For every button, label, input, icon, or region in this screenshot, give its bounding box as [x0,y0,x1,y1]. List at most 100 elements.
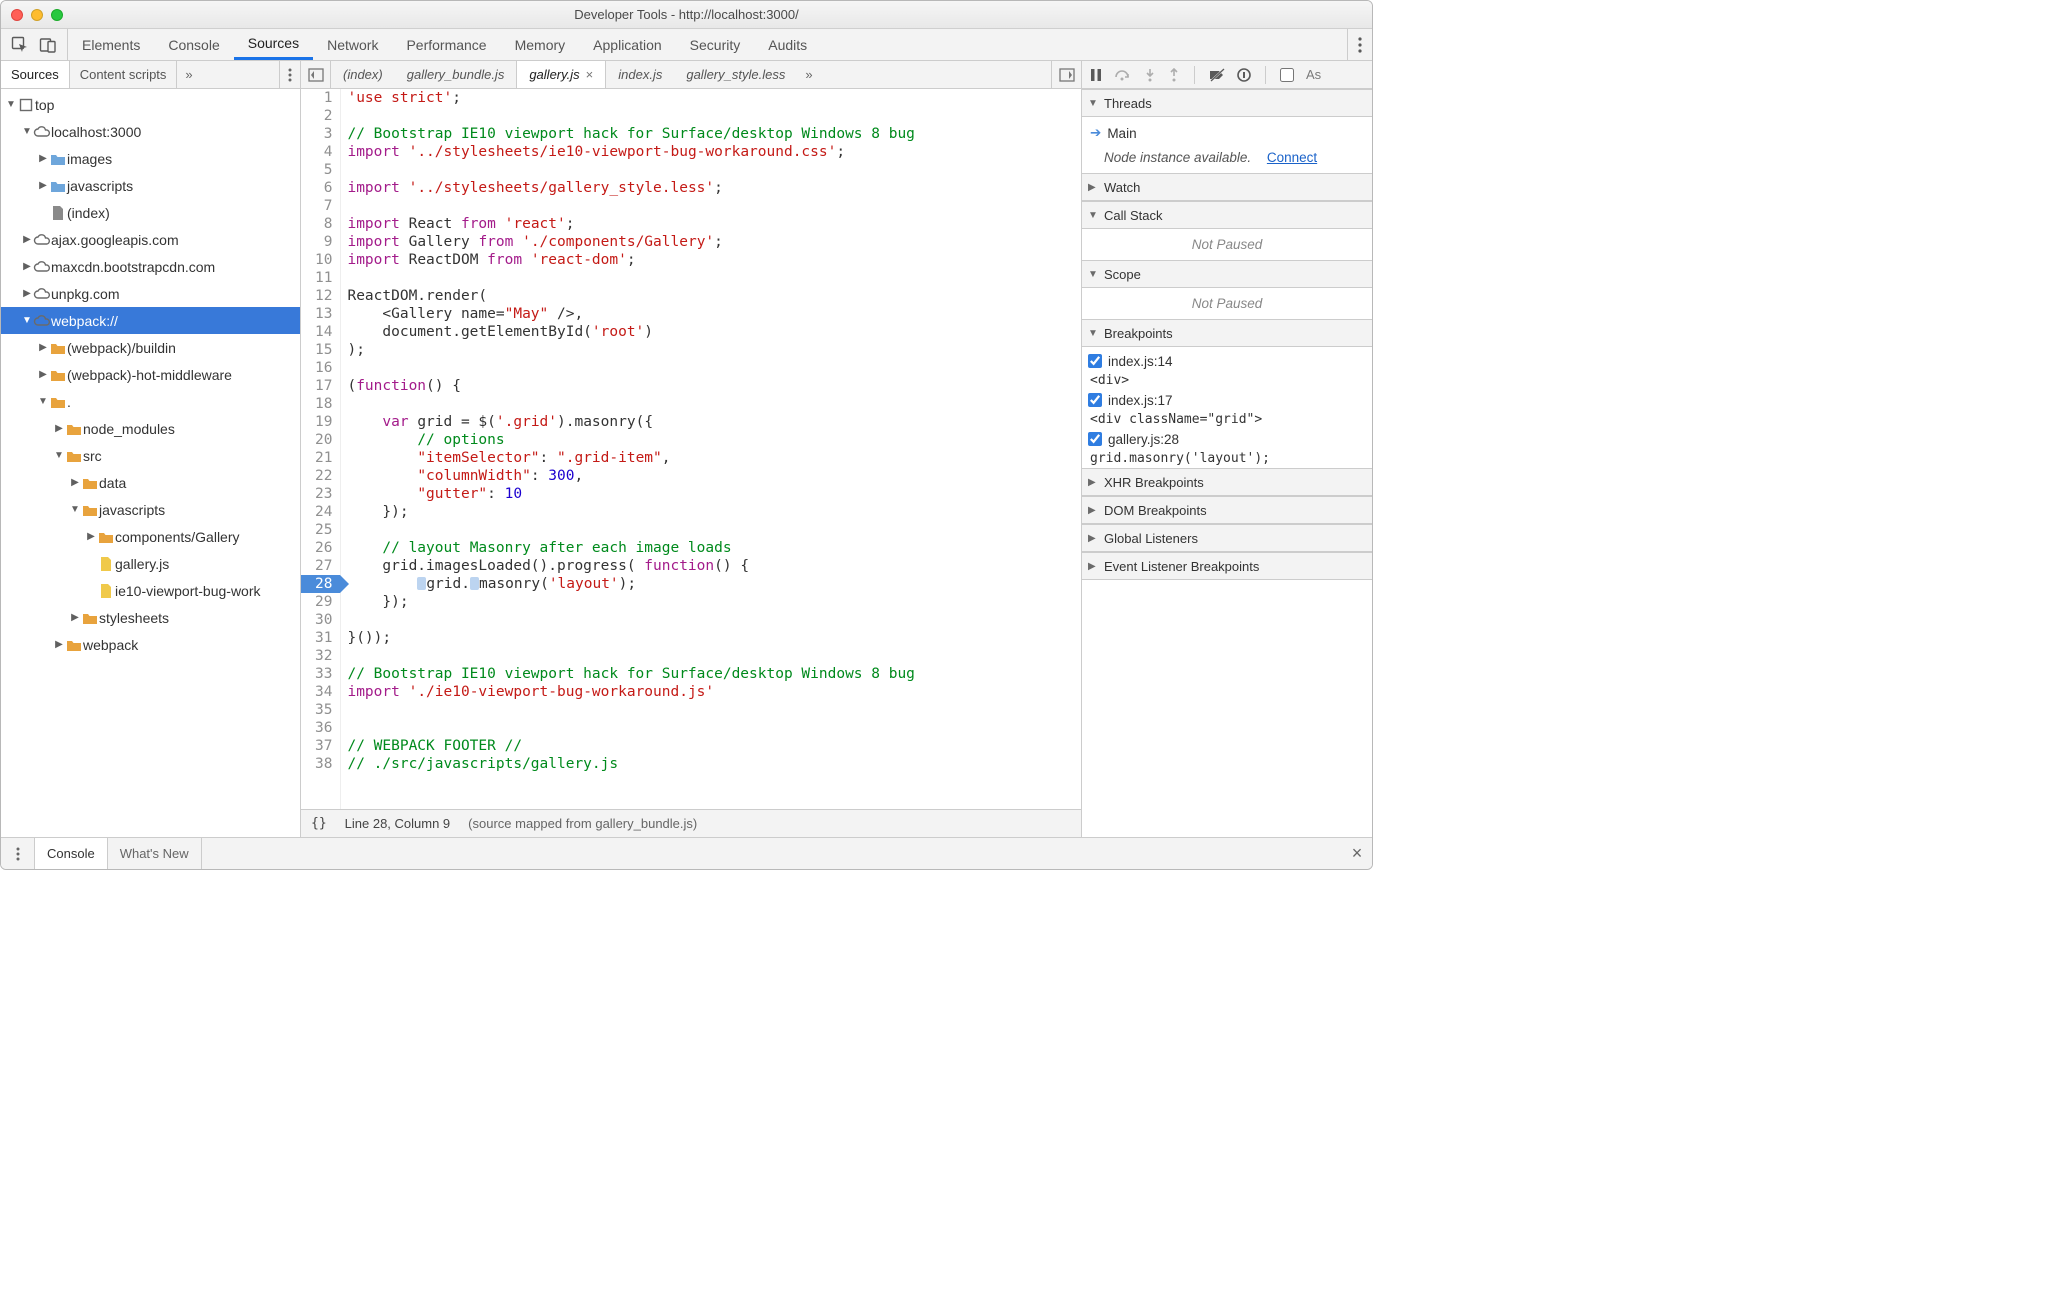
wfolder-icon [81,476,99,490]
tree-item[interactable]: ▶maxcdn.bootstrapcdn.com [1,253,300,280]
node-connect-row: Node instance available. Connect [1090,145,1364,169]
tree-item[interactable]: ie10-viewport-bug-work [1,577,300,604]
step-over-icon[interactable] [1114,68,1132,82]
code-editor[interactable]: 1234567891011121314151617181920212223242… [301,89,1081,809]
panel-tab-network[interactable]: Network [313,29,392,60]
pause-on-exceptions-icon[interactable] [1237,68,1251,82]
folder-icon [49,152,67,166]
wfolder-icon [65,449,83,463]
file-tabbar: (index)gallery_bundle.jsgallery.js×index… [301,61,1081,89]
node-connect-link[interactable]: Connect [1267,150,1317,165]
editor-pane: (index)gallery_bundle.jsgallery.js×index… [301,61,1082,837]
drawer-menu-button[interactable] [1,838,35,869]
tree-item[interactable]: ▼src [1,442,300,469]
window-title: Developer Tools - http://localhost:3000/ [1,7,1372,22]
section-threads[interactable]: ▼Threads [1082,89,1372,117]
tree-item[interactable]: ▼. [1,388,300,415]
file-tab[interactable]: gallery.js× [516,61,606,88]
cloud-icon [33,287,51,300]
panel-tab-performance[interactable]: Performance [392,29,500,60]
tree-item[interactable]: ▶images [1,145,300,172]
panel-tab-application[interactable]: Application [579,29,676,60]
tree-item[interactable]: ▼top [1,91,300,118]
show-navigator-icon[interactable] [301,61,331,88]
cloud-icon [33,260,51,273]
kebab-icon [1358,37,1362,53]
tree-item[interactable]: (index) [1,199,300,226]
section-watch[interactable]: ▶Watch [1082,173,1372,201]
tree-item[interactable]: ▶(webpack)-hot-middleware [1,361,300,388]
step-out-icon[interactable] [1168,68,1180,82]
panel-tab-security[interactable]: Security [676,29,755,60]
section-callstack[interactable]: ▼Call Stack [1082,201,1372,229]
thread-main[interactable]: ➔Main [1090,121,1364,145]
tree-item[interactable]: ▶(webpack)/buildin [1,334,300,361]
section-scope[interactable]: ▼Scope [1082,260,1372,288]
section-breakpoints[interactable]: ▼Breakpoints [1082,319,1372,347]
tree-item[interactable]: ▶ajax.googleapis.com [1,226,300,253]
section-global-listeners[interactable]: ▶Global Listeners [1082,524,1372,552]
section-xhr-breakpoints[interactable]: ▶XHR Breakpoints [1082,468,1372,496]
inspect-element-icon[interactable] [11,36,29,54]
panel-tab-console[interactable]: Console [154,29,233,60]
file-tab[interactable]: (index) [331,61,395,88]
tree-item[interactable]: ▶node_modules [1,415,300,442]
panel-tabbar: ElementsConsoleSourcesNetworkPerformance… [1,29,1372,61]
close-tab-icon[interactable]: × [586,67,594,82]
tree-item[interactable]: ▶data [1,469,300,496]
tree-item[interactable]: ▶stylesheets [1,604,300,631]
device-toggle-icon[interactable] [39,36,57,54]
folder-icon [49,179,67,193]
breakpoint-checkbox[interactable] [1088,354,1102,368]
cursor-position: Line 28, Column 9 [345,816,451,831]
pause-icon[interactable] [1090,68,1102,82]
panel-tab-elements[interactable]: Elements [68,29,154,60]
step-into-icon[interactable] [1144,68,1156,82]
panel-tab-sources[interactable]: Sources [234,29,313,60]
file-tab[interactable]: gallery_bundle.js [395,61,517,88]
navigator-tab-sources[interactable]: Sources [1,61,70,88]
file-tab[interactable]: index.js [606,61,674,88]
breakpoint-checkbox[interactable] [1088,393,1102,407]
deactivate-breakpoints-icon[interactable] [1209,68,1225,82]
breakpoint-item[interactable]: index.js:14 [1088,349,1366,373]
cloud-icon [33,233,51,246]
drawer-tab-whatsnew[interactable]: What's New [108,838,202,869]
source-map-info: (source mapped from gallery_bundle.js) [468,816,697,831]
file-tab[interactable]: gallery_style.less [674,61,797,88]
panel-tab-audits[interactable]: Audits [754,29,821,60]
async-checkbox[interactable] [1280,68,1294,82]
file-tree[interactable]: ▼top▼localhost:3000▶images▶javascripts(i… [1,89,300,837]
navigator-more-tabs[interactable]: » [177,61,200,88]
wfolder-icon [65,638,83,652]
wfolder-icon [65,422,83,436]
section-dom-breakpoints[interactable]: ▶DOM Breakpoints [1082,496,1372,524]
panel-tab-memory[interactable]: Memory [501,29,580,60]
drawer-close-button[interactable]: × [1342,838,1372,869]
wfile-icon [97,583,115,599]
breakpoint-item[interactable]: gallery.js:28 [1088,427,1366,451]
debugger-toolbar: As [1082,61,1372,89]
async-label: As [1306,67,1321,82]
drawer-tab-console[interactable]: Console [35,838,108,869]
navigator-menu-button[interactable] [279,61,300,88]
tree-item[interactable]: ▶unpkg.com [1,280,300,307]
section-event-listener-breakpoints[interactable]: ▶Event Listener Breakpoints [1082,552,1372,580]
breakpoint-item[interactable]: index.js:17 [1088,388,1366,412]
file-tabs-more[interactable]: » [797,61,820,88]
tree-item[interactable]: ▼javascripts [1,496,300,523]
navigator-tab-content-scripts[interactable]: Content scripts [70,61,178,88]
breakpoint-checkbox[interactable] [1088,432,1102,446]
tree-item[interactable]: ▼localhost:3000 [1,118,300,145]
panel-menu-button[interactable] [1347,29,1372,60]
tree-item[interactable]: gallery.js [1,550,300,577]
show-debugger-icon[interactable] [1051,61,1081,88]
editor-statusbar: {} Line 28, Column 9 (source mapped from… [301,809,1081,837]
tree-item[interactable]: ▼webpack:// [1,307,300,334]
drawer: Console What's New × [1,837,1372,869]
tree-item[interactable]: ▶webpack [1,631,300,658]
tree-item[interactable]: ▶components/Gallery [1,523,300,550]
pretty-print-button[interactable]: {} [311,816,327,831]
wfolder-icon [81,503,99,517]
tree-item[interactable]: ▶javascripts [1,172,300,199]
